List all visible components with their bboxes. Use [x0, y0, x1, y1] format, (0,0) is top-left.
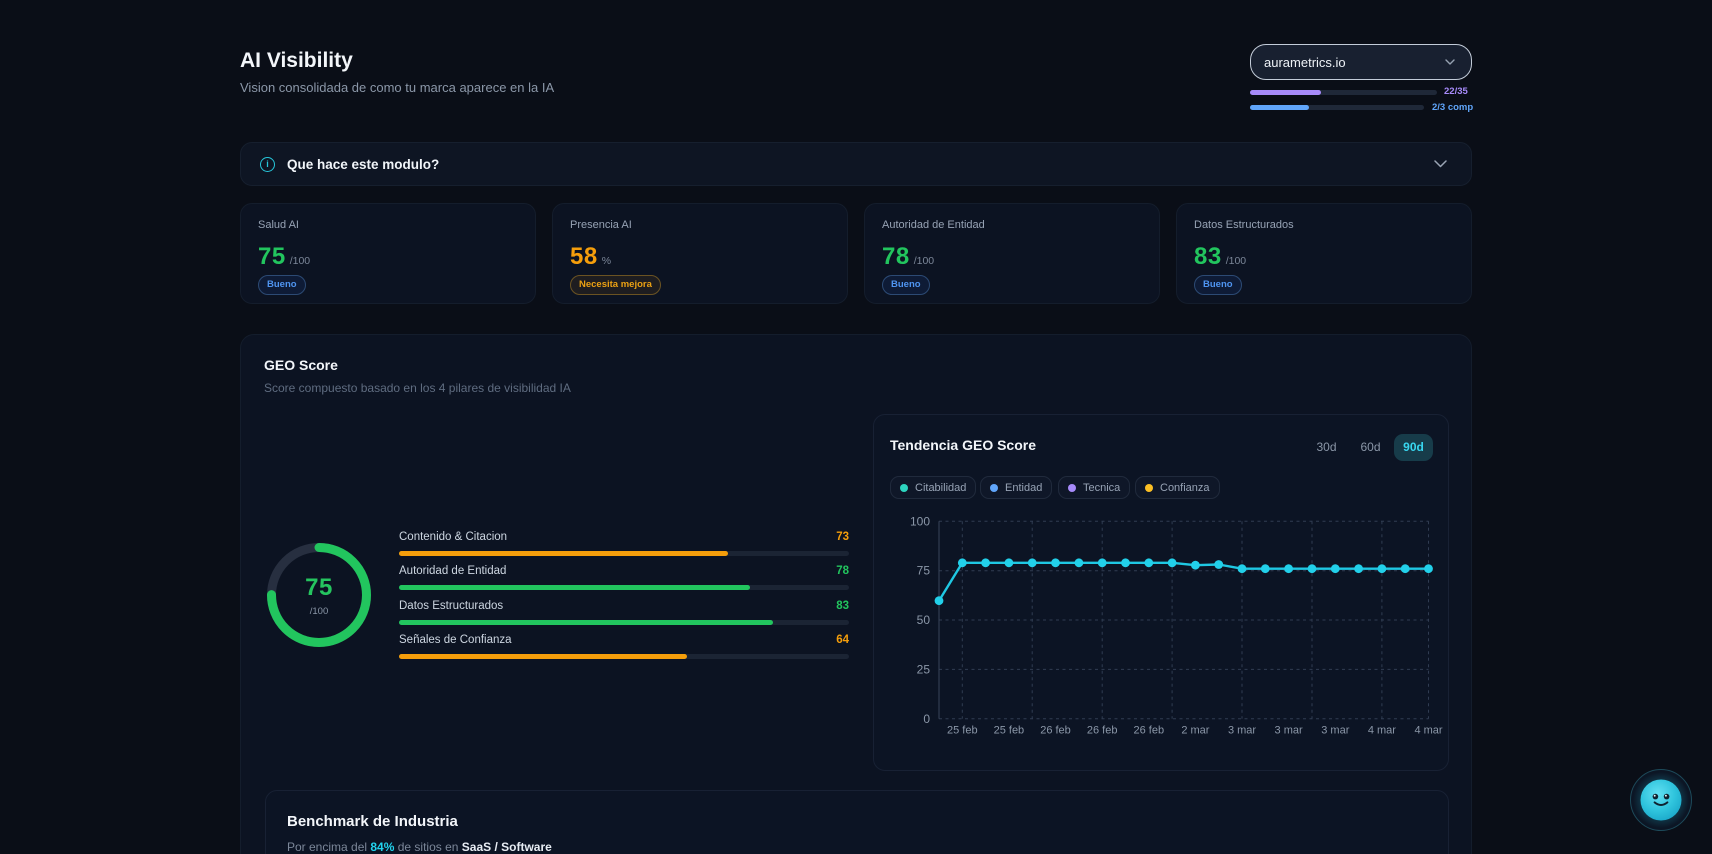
svg-text:100: 100 [910, 515, 930, 528]
svg-text:25 feb: 25 feb [947, 725, 978, 737]
svg-text:3 mar: 3 mar [1275, 725, 1303, 737]
svg-text:26 feb: 26 feb [1087, 725, 1118, 737]
svg-text:4 mar: 4 mar [1368, 725, 1396, 737]
svg-text:0: 0 [923, 712, 930, 726]
svg-text:3 mar: 3 mar [1228, 725, 1256, 737]
svg-text:25: 25 [917, 662, 931, 676]
svg-text:2 mar: 2 mar [1181, 725, 1209, 737]
svg-text:50: 50 [917, 613, 931, 627]
svg-text:26 feb: 26 feb [1134, 725, 1165, 737]
svg-text:26 feb: 26 feb [1040, 725, 1071, 737]
svg-text:75: 75 [917, 564, 931, 578]
svg-text:25 feb: 25 feb [994, 725, 1025, 737]
svg-text:3 mar: 3 mar [1321, 725, 1349, 737]
svg-text:4 mar: 4 mar [1414, 725, 1442, 737]
